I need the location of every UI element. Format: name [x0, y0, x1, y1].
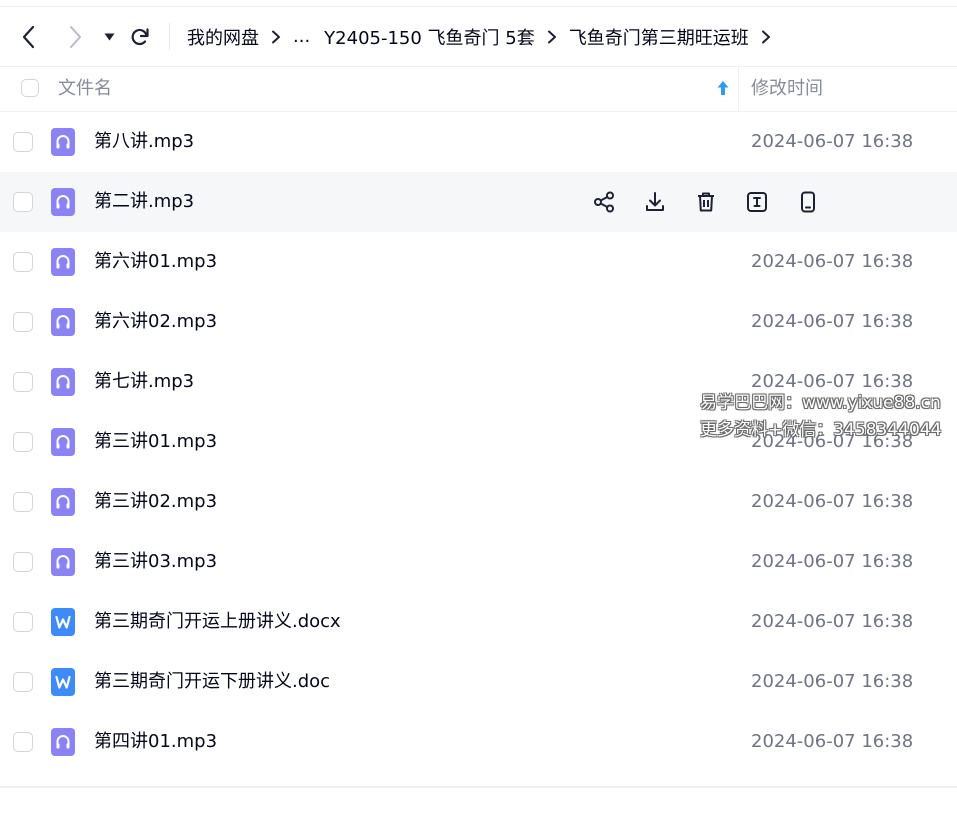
- history-dropdown-button[interactable]: [102, 7, 116, 66]
- breadcrumb-item-current[interactable]: 飞鱼奇门第三期旺运班: [569, 24, 749, 50]
- forward-button[interactable]: [66, 7, 86, 66]
- caret-down-icon: [104, 33, 114, 40]
- refresh-button[interactable]: [129, 7, 151, 66]
- row-checkbox[interactable]: [13, 612, 33, 632]
- download-button[interactable]: [643, 190, 667, 214]
- column-divider[interactable]: [738, 67, 739, 111]
- file-name[interactable]: 第三讲01.mp3: [94, 412, 217, 472]
- navigation-bar: 我的网盘 ... Y2405-150 飞鱼奇门 5套 飞鱼奇门第三期旺运班: [0, 7, 957, 66]
- row-action-bar: [592, 190, 847, 214]
- file-row[interactable]: 第八讲.mp3 2024-06-07 16:38: [0, 112, 957, 172]
- file-modified-time: 2024-06-07 16:38: [751, 251, 914, 272]
- share-button[interactable]: [592, 190, 616, 214]
- row-checkbox[interactable]: [13, 252, 33, 272]
- audio-file-icon: [51, 368, 75, 396]
- row-checkbox[interactable]: [13, 372, 33, 392]
- file-name[interactable]: 第三讲02.mp3: [94, 472, 217, 532]
- audio-file-icon: [51, 488, 75, 516]
- watermark: 易学巴巴网：www.yixue88.cn 更多资料+微信：3458344044: [700, 390, 941, 444]
- delete-button[interactable]: [694, 190, 718, 214]
- nav-divider: [169, 23, 170, 50]
- sort-ascending-icon[interactable]: [716, 80, 730, 100]
- audio-file-icon: [51, 248, 75, 276]
- file-row[interactable]: 第六讲01.mp3 2024-06-07 16:38: [0, 232, 957, 292]
- word-file-icon: [51, 668, 75, 696]
- row-checkbox[interactable]: [13, 492, 33, 512]
- column-header-name[interactable]: 文件名: [58, 67, 112, 111]
- file-row[interactable]: 第六讲02.mp3 2024-06-07 16:38: [0, 292, 957, 352]
- watermark-line-1: 易学巴巴网：www.yixue88.cn: [700, 393, 941, 413]
- audio-file-icon: [51, 188, 75, 216]
- chevron-right-icon: [70, 25, 81, 48]
- phone-icon: [801, 191, 815, 213]
- chevron-right-icon: [761, 30, 771, 44]
- file-modified-time: 2024-06-07 16:38: [751, 671, 914, 692]
- file-modified-time: 2024-06-07 16:38: [751, 131, 914, 152]
- rename-icon: [747, 192, 767, 212]
- share-icon: [594, 191, 614, 213]
- breadcrumb-item-ellipsis[interactable]: ...: [293, 26, 310, 47]
- breadcrumb-item-root[interactable]: 我的网盘: [187, 24, 259, 50]
- file-row[interactable]: 第三期奇门开运下册讲义.doc 2024-06-07 16:38: [0, 652, 957, 712]
- row-checkbox[interactable]: [13, 732, 33, 752]
- file-row[interactable]: 第三讲03.mp3 2024-06-07 16:38: [0, 532, 957, 592]
- file-name[interactable]: 第七讲.mp3: [94, 352, 194, 412]
- trash-icon: [698, 192, 714, 212]
- file-row[interactable]: 第三讲02.mp3 2024-06-07 16:38: [0, 472, 957, 532]
- file-name[interactable]: 第六讲01.mp3: [94, 232, 217, 292]
- file-name[interactable]: 第四讲01.mp3: [94, 712, 217, 772]
- row-checkbox[interactable]: [13, 132, 33, 152]
- audio-file-icon: [51, 428, 75, 456]
- audio-file-icon: [51, 548, 75, 576]
- audio-file-icon: [51, 128, 75, 156]
- file-name[interactable]: 第三讲03.mp3: [94, 532, 217, 592]
- file-name[interactable]: 第六讲02.mp3: [94, 292, 217, 352]
- select-all-checkbox[interactable]: [21, 79, 39, 97]
- watermark-line-2: 更多资料+微信：3458344044: [700, 420, 942, 440]
- list-bottom-divider: [0, 786, 957, 788]
- column-header-modified-time[interactable]: 修改时间: [751, 67, 823, 111]
- file-row[interactable]: 第三期奇门开运上册讲义.docx 2024-06-07 16:38: [0, 592, 957, 652]
- audio-file-icon: [51, 728, 75, 756]
- row-checkbox[interactable]: [13, 552, 33, 572]
- word-file-icon: [51, 608, 75, 636]
- file-list-header: 文件名 修改时间: [0, 67, 957, 111]
- file-modified-time: 2024-06-07 16:38: [751, 551, 914, 572]
- file-name[interactable]: 第三期奇门开运上册讲义.docx: [94, 592, 341, 652]
- row-checkbox[interactable]: [13, 672, 33, 692]
- file-modified-time: 2024-06-07 16:38: [751, 311, 914, 332]
- row-checkbox[interactable]: [13, 192, 33, 212]
- chevron-left-icon: [22, 25, 35, 48]
- refresh-icon: [131, 27, 149, 45]
- file-modified-time: 2024-06-07 16:38: [751, 491, 914, 512]
- row-checkbox[interactable]: [13, 312, 33, 332]
- file-row-hovered[interactable]: 第二讲.mp3: [0, 172, 957, 232]
- row-checkbox[interactable]: [13, 432, 33, 452]
- download-icon: [646, 192, 664, 211]
- rename-button[interactable]: [745, 190, 769, 214]
- file-modified-time: 2024-06-07 16:38: [751, 611, 914, 632]
- file-name[interactable]: 第三期奇门开运下册讲义.doc: [94, 652, 330, 712]
- file-name[interactable]: 第二讲.mp3: [94, 172, 194, 232]
- send-to-phone-button[interactable]: [796, 190, 820, 214]
- back-button[interactable]: [16, 7, 40, 66]
- breadcrumb-item-parent[interactable]: Y2405-150 飞鱼奇门 5套: [324, 24, 535, 50]
- chevron-right-icon: [547, 30, 557, 44]
- file-row[interactable]: 第四讲01.mp3 2024-06-07 16:38: [0, 712, 957, 772]
- chevron-right-icon: [271, 30, 281, 44]
- breadcrumb: 我的网盘 ... Y2405-150 飞鱼奇门 5套 飞鱼奇门第三期旺运班: [187, 7, 783, 66]
- file-name[interactable]: 第八讲.mp3: [94, 112, 194, 172]
- file-modified-time: 2024-06-07 16:38: [751, 731, 914, 752]
- audio-file-icon: [51, 308, 75, 336]
